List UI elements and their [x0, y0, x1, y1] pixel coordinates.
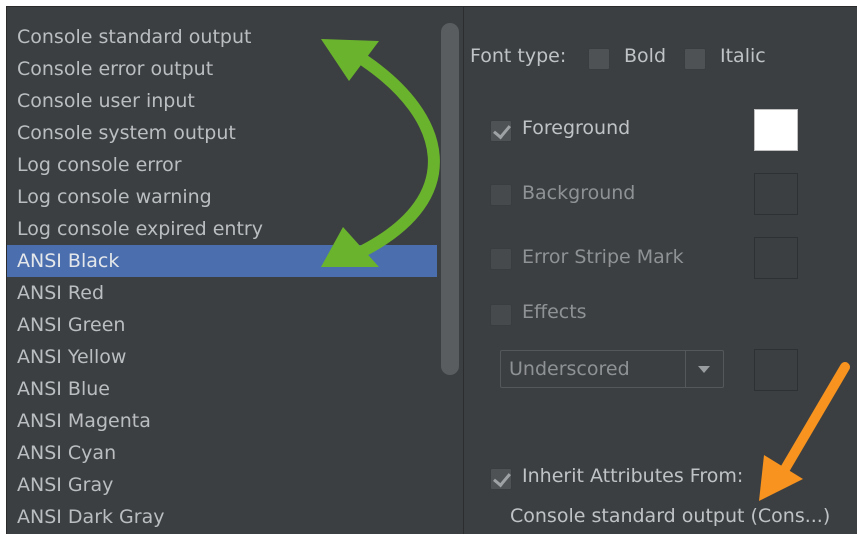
list-item[interactable]: Log console error	[7, 149, 437, 181]
italic-label: Italic	[720, 45, 766, 67]
list-item[interactable]: Console standard output	[7, 21, 437, 53]
color-scheme-settings: Console standard output Console error ou…	[6, 6, 857, 534]
error-stripe-checkbox[interactable]	[490, 248, 512, 270]
effects-color-swatch[interactable]	[754, 349, 798, 391]
list-item[interactable]: Console user input	[7, 85, 437, 117]
list-item[interactable]: Console system output	[7, 117, 437, 149]
foreground-color-swatch[interactable]	[754, 109, 798, 151]
italic-checkbox[interactable]	[684, 48, 706, 70]
background-color-swatch[interactable]	[754, 173, 798, 215]
dropdown-separator	[685, 351, 686, 387]
inherit-checkbox[interactable]	[490, 468, 512, 490]
font-type-label: Font type:	[470, 45, 567, 67]
bold-checkbox[interactable]	[588, 48, 610, 70]
error-stripe-label: Error Stripe Mark	[522, 246, 684, 268]
list-item-selected[interactable]: ANSI Black	[7, 245, 437, 277]
list-item[interactable]: ANSI Magenta	[7, 405, 437, 437]
list-item[interactable]: Console error output	[7, 53, 437, 85]
effects-type-value: Underscored	[509, 358, 630, 380]
list-item[interactable]: ANSI Cyan	[7, 437, 437, 469]
list-item[interactable]: Log console expired entry	[7, 213, 437, 245]
list-item[interactable]: ANSI Blue	[7, 373, 437, 405]
list-item[interactable]: ANSI Dark Gray	[7, 501, 437, 533]
effects-checkbox[interactable]	[490, 304, 512, 326]
chevron-down-icon[interactable]	[698, 366, 710, 373]
list-item[interactable]: ANSI Gray	[7, 469, 437, 501]
effects-type-dropdown[interactable]: Underscored	[500, 350, 724, 388]
list-item[interactable]: ANSI Yellow	[7, 341, 437, 373]
list-item[interactable]: ANSI Red	[7, 277, 437, 309]
attribute-settings-panel: Font type: Bold Italic Foreground Backgr…	[464, 7, 857, 534]
inherit-source-link[interactable]: Console standard output (Cons...)	[510, 505, 830, 527]
foreground-checkbox[interactable]	[490, 120, 512, 142]
attribute-list: Console standard output Console error ou…	[7, 7, 464, 534]
bold-label: Bold	[624, 45, 666, 67]
background-label: Background	[522, 182, 636, 204]
effects-label: Effects	[522, 301, 587, 323]
list-item[interactable]: Log console warning	[7, 181, 437, 213]
inherit-label: Inherit Attributes From:	[522, 465, 744, 487]
foreground-label: Foreground	[522, 117, 631, 139]
background-checkbox[interactable]	[490, 184, 512, 206]
list-item[interactable]: ANSI Green	[7, 309, 437, 341]
scrollbar-thumb[interactable]	[441, 23, 459, 375]
error-stripe-color-swatch[interactable]	[754, 237, 798, 279]
